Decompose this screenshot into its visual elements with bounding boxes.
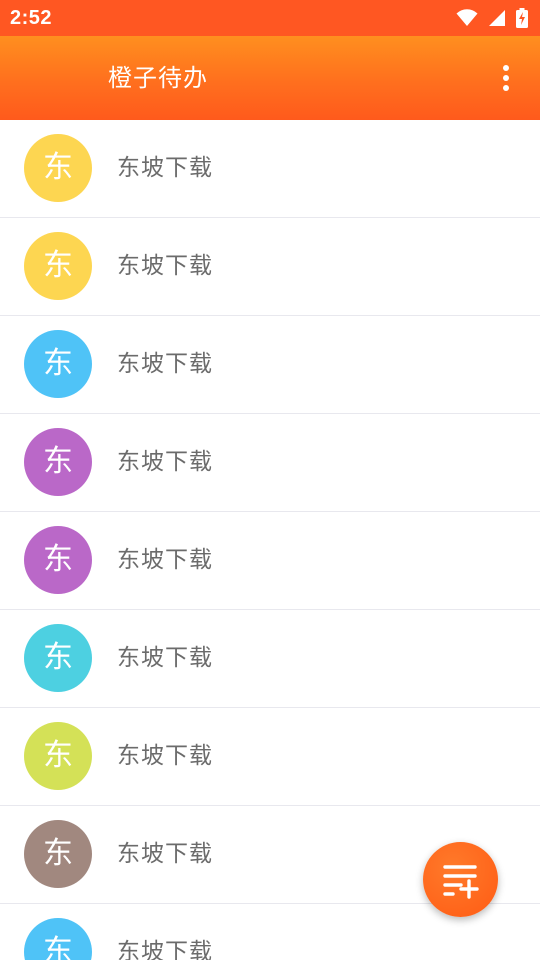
list-item-label: 东坡下载 [117, 645, 213, 671]
list-item-label: 东坡下载 [117, 841, 213, 867]
avatar: 东 [24, 134, 92, 202]
list-item-label: 东坡下载 [117, 155, 213, 181]
more-options-button[interactable] [486, 58, 526, 98]
avatar: 东 [24, 232, 92, 300]
screen: 2:52 橙子待办 东 东坡下载 东 东坡下载 东 东坡下载 东 东坡下载 东 … [0, 0, 540, 960]
list-item-label: 东坡下载 [117, 939, 213, 960]
todo-list: 东东坡下载东东坡下载东东坡下载东东坡下载东东坡下载东东坡下载东东坡下载东东坡下载… [0, 120, 540, 960]
list-item[interactable]: 东东坡下载 [0, 414, 540, 512]
list-item[interactable]: 东东坡下载 [0, 708, 540, 806]
avatar: 东 [24, 428, 92, 496]
list-item-label: 东坡下载 [117, 743, 213, 769]
list-item-label: 东坡下载 [117, 547, 213, 573]
status-bar: 2:52 [0, 0, 540, 36]
avatar: 东 [24, 330, 92, 398]
list-item[interactable]: 东东坡下载 [0, 512, 540, 610]
avatar: 东 [24, 820, 92, 888]
app-bar: 橙子待办 [0, 36, 540, 120]
avatar: 东 [24, 722, 92, 790]
list-item-label: 东坡下载 [117, 253, 213, 279]
avatar: 东 [24, 918, 92, 960]
status-icons [456, 8, 528, 28]
avatar: 东 [24, 624, 92, 692]
status-time: 2:52 [10, 6, 53, 29]
list-item[interactable]: 东东坡下载 [0, 610, 540, 708]
add-list-icon [442, 864, 479, 899]
signal-icon [488, 9, 506, 27]
list-item-label: 东坡下载 [117, 449, 213, 475]
avatar: 东 [24, 526, 92, 594]
app-title: 橙子待办 [108, 64, 208, 92]
list-item[interactable]: 东东坡下载 [0, 316, 540, 414]
list-item-label: 东坡下载 [117, 351, 213, 377]
list-item[interactable]: 东东坡下载 [0, 120, 540, 218]
more-vertical-icon [503, 65, 509, 71]
more-vertical-icon-dot [503, 85, 509, 91]
wifi-icon [456, 9, 478, 27]
battery-charging-icon [516, 8, 528, 28]
list-item[interactable]: 东东坡下载 [0, 218, 540, 316]
more-vertical-icon-dot [503, 75, 509, 81]
add-list-button[interactable] [423, 842, 498, 917]
